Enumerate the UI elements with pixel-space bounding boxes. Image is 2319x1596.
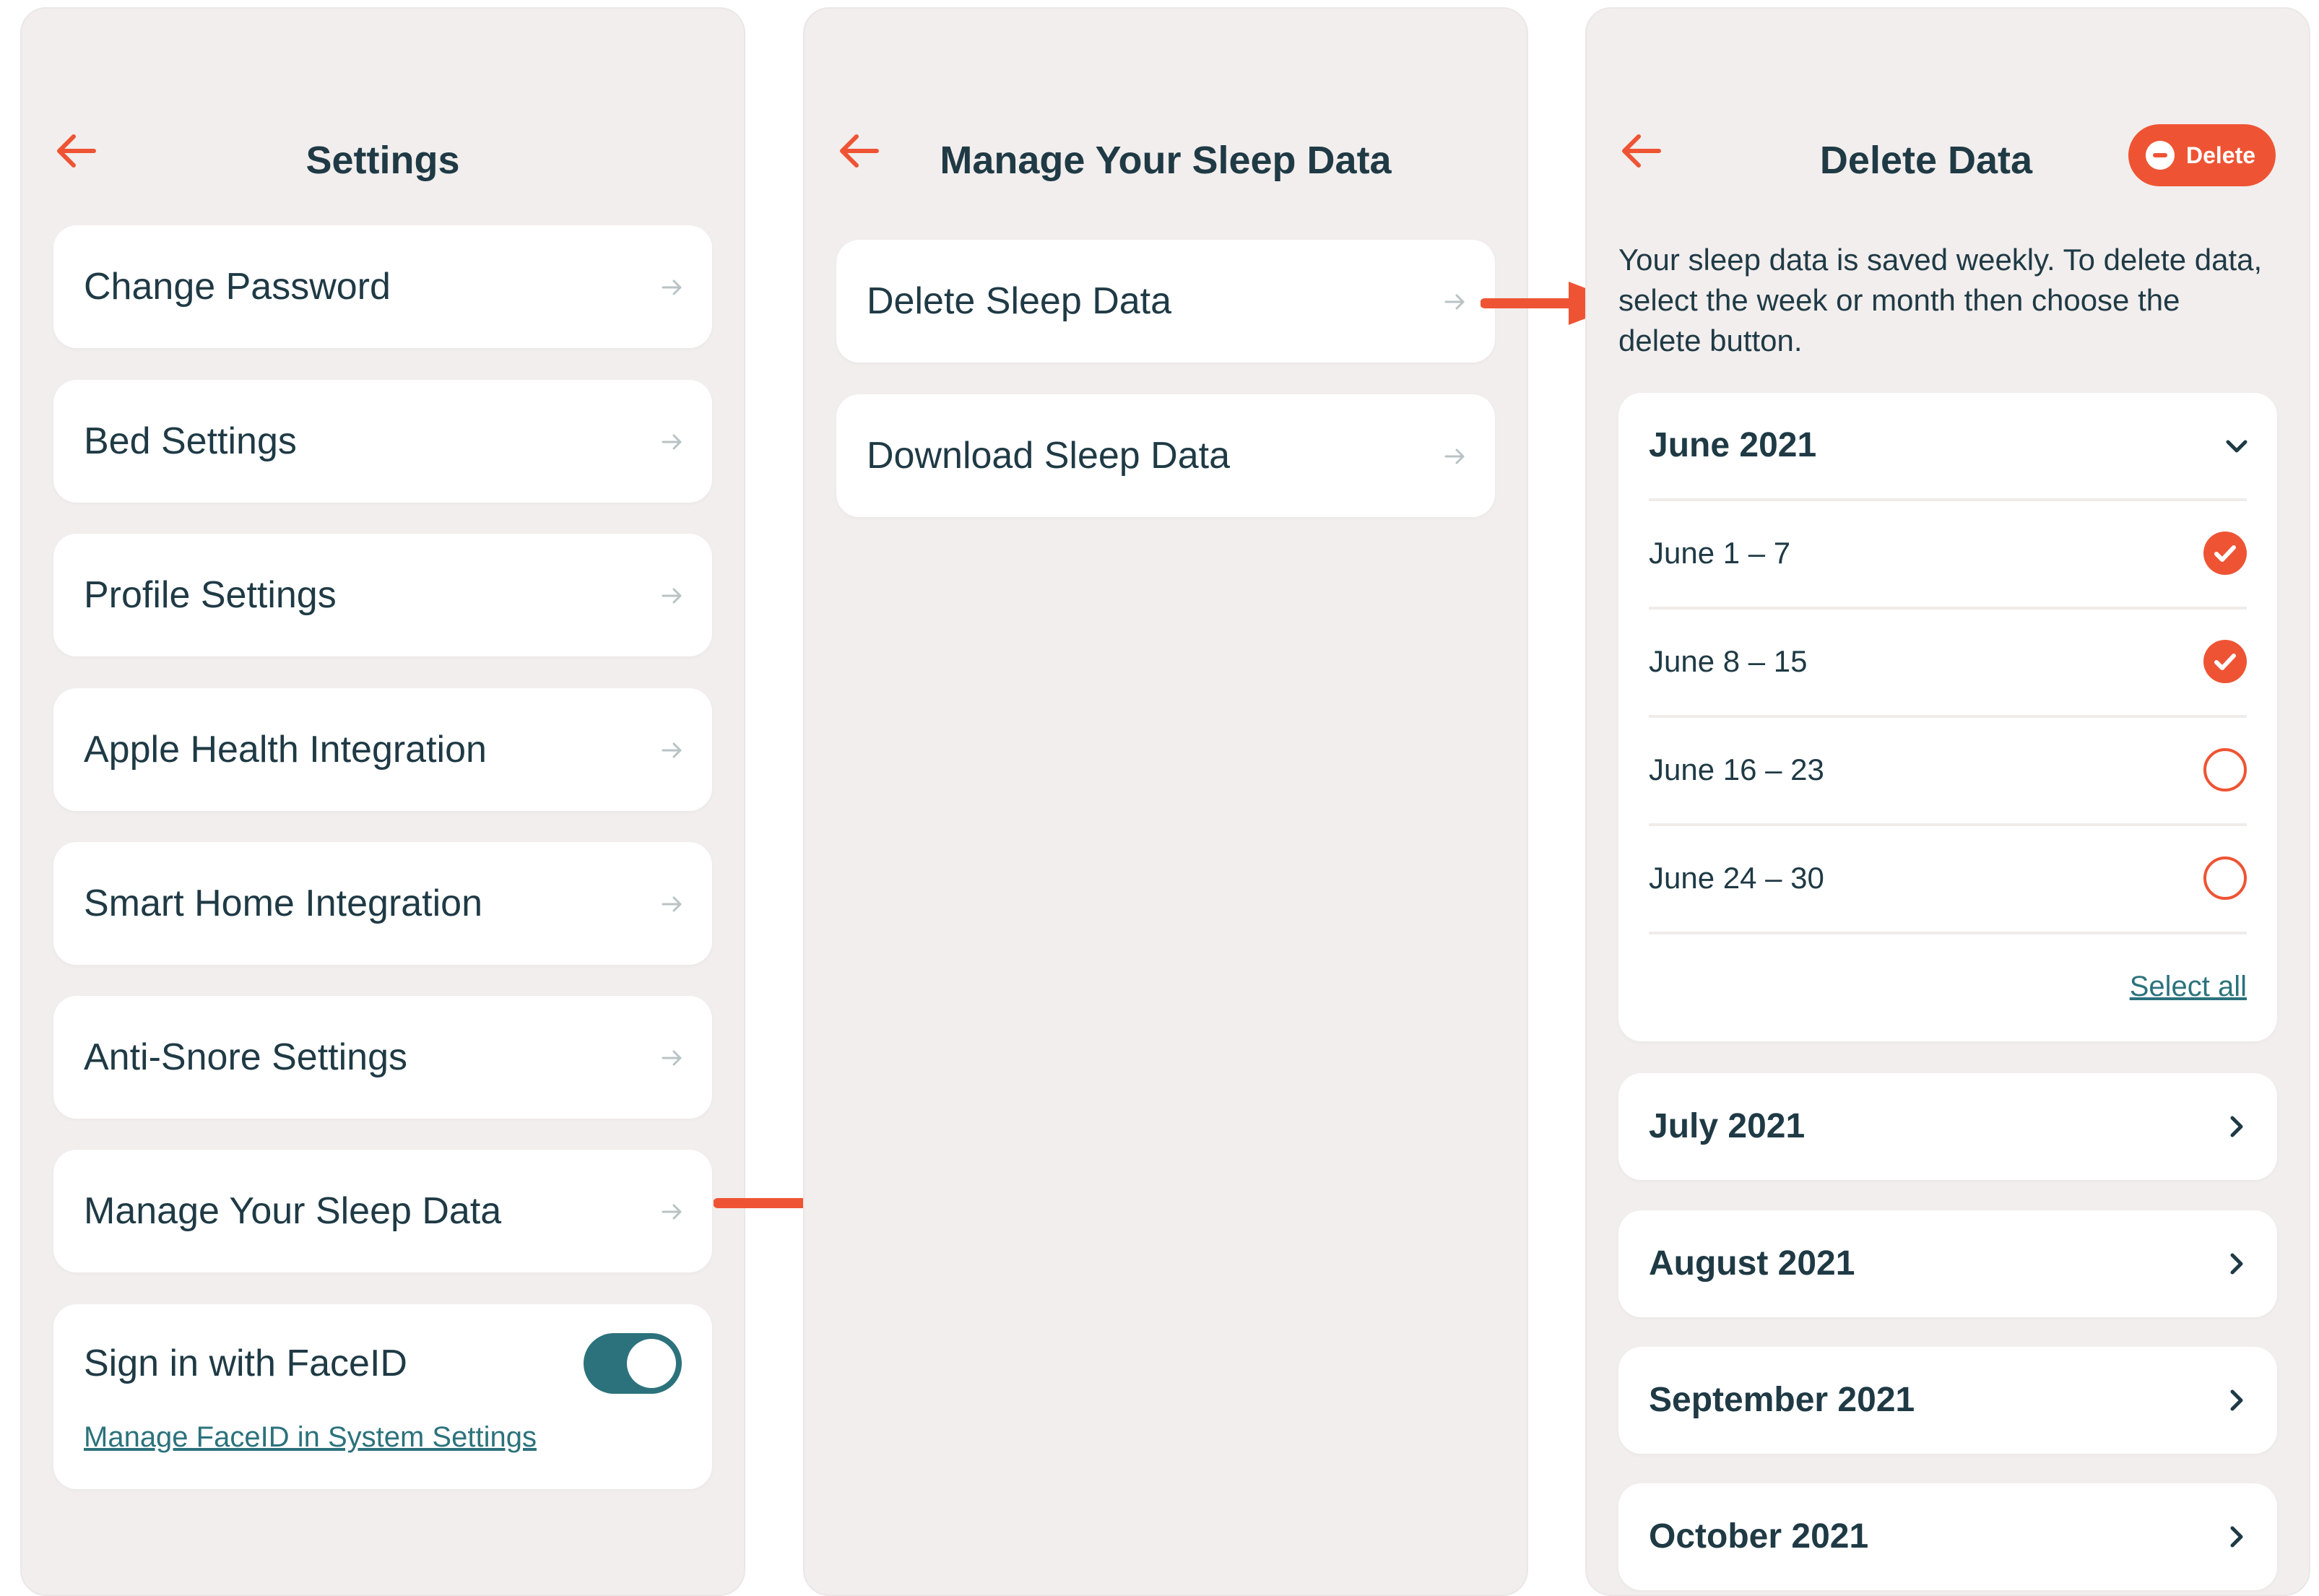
week-label: June 8 – 15	[1649, 644, 1808, 678]
week-label: June 24 – 30	[1649, 861, 1824, 895]
delete-sleep-data-item[interactable]: Delete Sleep Data	[836, 240, 1495, 363]
chevron-right-icon	[2230, 1253, 2243, 1275]
delete-description: Your sleep data is saved weekly. To dele…	[1618, 243, 2263, 357]
divider	[1649, 932, 2247, 934]
week-row[interactable]: June 24 – 30	[1649, 823, 2247, 933]
chevron-right-icon	[2230, 1526, 2243, 1548]
settings-item-label: Profile Settings	[84, 574, 337, 616]
settings-item-label: Anti-Snore Settings	[84, 1036, 408, 1078]
month-label: September 2021	[1649, 1381, 1915, 1419]
arrow-right-icon	[662, 1204, 682, 1220]
manage-item-label: Delete Sleep Data	[867, 280, 1172, 322]
chevron-down-icon	[2226, 440, 2248, 453]
settings-item-label: Manage Your Sleep Data	[84, 1190, 502, 1232]
manage-faceid-link[interactable]: Manage FaceID in System Settings	[84, 1421, 537, 1454]
chevron-right-icon	[2230, 1116, 2243, 1137]
settings-item-profile-settings[interactable]: Profile Settings	[53, 534, 712, 656]
faceid-card: Sign in with FaceID Manage FaceID in Sys…	[53, 1304, 712, 1489]
minus-circle-icon	[2146, 141, 2175, 170]
arrow-right-icon	[662, 434, 682, 450]
week-row[interactable]: June 1 – 7	[1649, 498, 2247, 608]
arrow-right-icon	[1444, 294, 1465, 310]
month-label: July 2021	[1649, 1107, 1806, 1145]
week-row[interactable]: June 16 – 23	[1649, 715, 2247, 825]
arrow-right-icon	[662, 896, 682, 912]
settings-item-change-password[interactable]: Change Password	[53, 225, 712, 348]
settings-item-apple-health[interactable]: Apple Health Integration	[53, 688, 712, 811]
settings-item-bed-settings[interactable]: Bed Settings	[53, 380, 712, 503]
check-circle-icon[interactable]	[2203, 532, 2247, 575]
arrow-right-icon	[662, 279, 682, 295]
empty-circle-icon[interactable]	[2203, 856, 2247, 900]
arrow-right-icon	[1444, 448, 1465, 464]
chevron-right-icon	[2230, 1389, 2243, 1411]
delete-button[interactable]: Delete	[2128, 124, 2276, 186]
settings-item-label: Smart Home Integration	[84, 882, 483, 924]
delete-data-screen: Delete Data Delete Your sleep data is sa…	[1585, 7, 2310, 1596]
arrow-right-icon	[662, 742, 682, 758]
week-label: June 16 – 23	[1649, 753, 1824, 786]
page-title: Settings	[305, 139, 460, 182]
settings-item-label: Change Password	[84, 266, 391, 308]
manage-sleep-data-screen: Manage Your Sleep Data Delete Sleep Data…	[803, 7, 1528, 1596]
settings-item-smart-home[interactable]: Smart Home Integration	[53, 842, 712, 965]
week-row[interactable]: June 8 – 15	[1649, 607, 2247, 716]
download-sleep-data-item[interactable]: Download Sleep Data	[836, 394, 1495, 517]
month-card-october-2021[interactable]: October 2021	[1618, 1483, 2277, 1590]
month-card-august-2021[interactable]: August 2021	[1618, 1210, 2277, 1317]
month-header[interactable]: June 2021	[1618, 393, 2277, 498]
settings-item-manage-sleep-data[interactable]: Manage Your Sleep Data	[53, 1150, 712, 1272]
month-card-june-2021: June 2021 June 1 – 7 June 8 – 15 June 16…	[1618, 393, 2277, 1041]
week-label: June 1 – 7	[1649, 536, 1791, 570]
arrow-right-icon	[662, 1050, 682, 1066]
month-card-september-2021[interactable]: September 2021	[1618, 1347, 2277, 1454]
manage-item-label: Download Sleep Data	[867, 435, 1230, 477]
settings-item-label: Apple Health Integration	[84, 729, 487, 771]
month-label: June 2021	[1649, 426, 1817, 464]
page-title: Manage Your Sleep Data	[940, 139, 1392, 182]
settings-item-anti-snore[interactable]: Anti-Snore Settings	[53, 996, 712, 1119]
empty-circle-icon[interactable]	[2203, 748, 2247, 792]
month-card-july-2021[interactable]: July 2021	[1618, 1073, 2277, 1180]
select-all-link[interactable]: Select all	[2130, 971, 2247, 1003]
arrow-right-icon	[662, 588, 682, 604]
settings-item-label: Bed Settings	[84, 420, 297, 462]
month-label: August 2021	[1649, 1244, 1855, 1283]
month-label: October 2021	[1649, 1517, 1869, 1556]
check-circle-icon[interactable]	[2203, 640, 2247, 683]
settings-screen: Settings Change Password Bed Settings Pr…	[20, 7, 745, 1596]
toggle-knob	[627, 1339, 676, 1388]
faceid-toggle[interactable]	[584, 1333, 682, 1394]
delete-button-label: Delete	[2186, 142, 2256, 168]
faceid-label: Sign in with FaceID	[84, 1343, 407, 1384]
